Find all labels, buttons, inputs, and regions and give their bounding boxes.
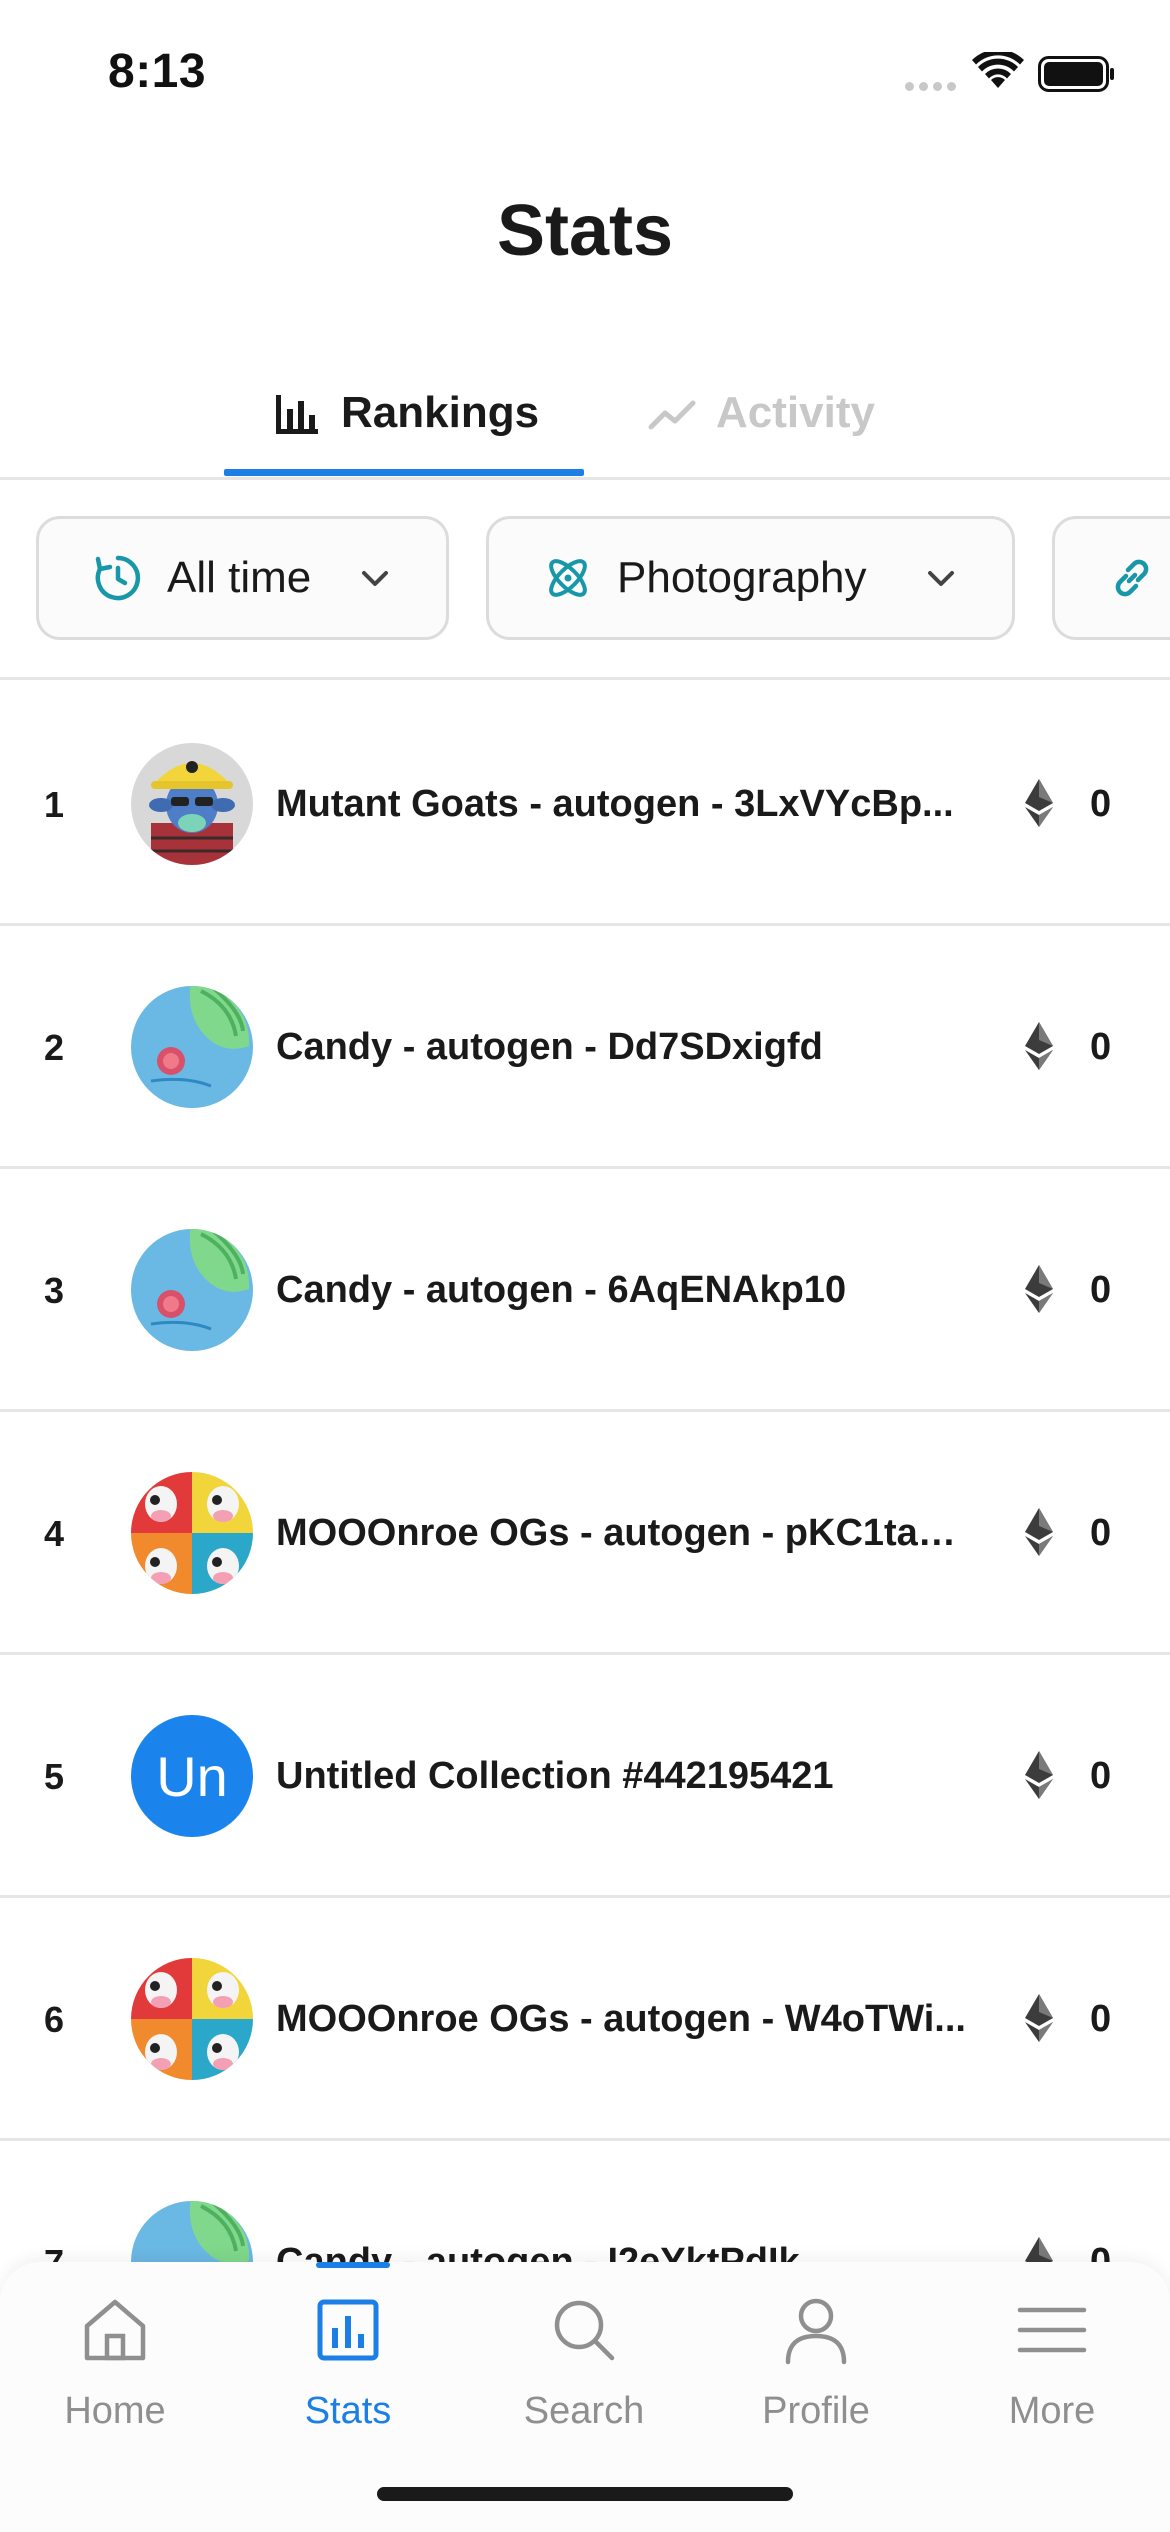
rank-number: 4 bbox=[44, 1513, 65, 1554]
collection-name: Candy - autogen - 6AqENAkp10 bbox=[276, 1269, 847, 1311]
menu-icon bbox=[1017, 2307, 1087, 2353]
collection-name: Candy - autogen - Dd7SDxigfd bbox=[276, 1026, 823, 1068]
volume-value: 0 bbox=[1090, 1026, 1112, 1068]
ranking-row[interactable]: 5 Un Untitled Collection #442195421 0 bbox=[0, 1655, 1170, 1898]
filter-bar: All time Photography bbox=[0, 480, 1170, 680]
link-icon bbox=[1115, 559, 1149, 597]
nav-home[interactable]: Home bbox=[15, 2292, 215, 2442]
battery-icon bbox=[1038, 56, 1114, 92]
profile-icon bbox=[785, 2298, 847, 2365]
avatar-initials: Un bbox=[156, 1744, 228, 1808]
chain-filter-dropdown[interactable] bbox=[1052, 516, 1170, 640]
status-bar: 8:13 bbox=[0, 0, 1170, 140]
nav-search[interactable]: Search bbox=[484, 2292, 684, 2442]
volume-value: 0 bbox=[1090, 783, 1112, 825]
candy-avatar-image bbox=[131, 1229, 253, 1351]
rankings-list: 1 Mutant Goats - autogen - 3LxVYcBp... 0… bbox=[0, 683, 1170, 2263]
ethereum-icon bbox=[1025, 1022, 1053, 1070]
active-tab-indicator bbox=[224, 469, 584, 476]
volume-value: 0 bbox=[1090, 1998, 1112, 2040]
collection-avatar bbox=[131, 743, 253, 865]
rank-number: 7 bbox=[44, 2242, 65, 2263]
goat-avatar-image bbox=[131, 743, 253, 865]
chevron-down-icon bbox=[362, 571, 388, 586]
tab-activity-label: Activity bbox=[716, 388, 875, 437]
rank-number: 6 bbox=[44, 1999, 65, 2040]
home-indicator bbox=[377, 2487, 793, 2501]
collection-name: MOOOnroe OGs - autogen - pKC1taFS... bbox=[276, 1512, 976, 1554]
ethereum-icon bbox=[1025, 1265, 1053, 1313]
ethereum-icon bbox=[1025, 1508, 1053, 1556]
tab-rankings-label: Rankings bbox=[341, 388, 540, 437]
rank-number: 5 bbox=[44, 1756, 65, 1797]
collection-name: MOOOnroe OGs - autogen - W4oTWi... bbox=[276, 1998, 966, 2040]
ethereum-icon bbox=[1025, 779, 1053, 827]
rank-number: 1 bbox=[44, 784, 65, 825]
category-filter-dropdown[interactable]: Photography bbox=[486, 516, 1015, 640]
time-filter-label: All time bbox=[167, 553, 312, 602]
nav-stats[interactable]: Stats bbox=[248, 2292, 448, 2442]
candy-avatar-image bbox=[131, 986, 253, 1108]
collection-avatar bbox=[131, 2201, 253, 2263]
bar-chart-icon bbox=[276, 395, 318, 434]
status-time: 8:13 bbox=[108, 45, 207, 98]
stats-icon bbox=[317, 2299, 379, 2361]
volume-value: 0 bbox=[1090, 1755, 1112, 1797]
collection-avatar bbox=[131, 986, 253, 1108]
category-filter-label: Photography bbox=[617, 553, 867, 602]
nav-home-label: Home bbox=[64, 2390, 166, 2432]
ranking-row[interactable]: 1 Mutant Goats - autogen - 3LxVYcBp... 0 bbox=[0, 683, 1170, 926]
rank-number: 2 bbox=[44, 1027, 65, 1068]
collection-avatar bbox=[131, 1472, 253, 1594]
ranking-row[interactable]: 3 Candy - autogen - 6AqENAkp10 0 bbox=[0, 1169, 1170, 1412]
nav-more-label: More bbox=[1008, 2390, 1096, 2432]
nav-profile-label: Profile bbox=[762, 2390, 870, 2432]
chevron-down-icon bbox=[928, 571, 954, 586]
collection-name: Mutant Goats - autogen - 3LxVYcBp... bbox=[276, 783, 954, 825]
collection-avatar: Un bbox=[131, 1715, 253, 1837]
rank-number: 3 bbox=[44, 1270, 65, 1311]
collection-name: Untitled Collection #442195421 bbox=[276, 1755, 834, 1797]
volume-value: 0 bbox=[1090, 2241, 1112, 2263]
clock-refresh-icon bbox=[95, 555, 141, 601]
tab-activity[interactable]: Activity bbox=[648, 378, 875, 448]
collection-avatar bbox=[131, 1229, 253, 1351]
time-filter-dropdown[interactable]: All time bbox=[36, 516, 449, 640]
ranking-row[interactable]: 6 MOOOnroe OGs - autogen - W4oTWi... 0 bbox=[0, 1898, 1170, 2141]
signal-icon bbox=[905, 78, 961, 92]
tab-rankings[interactable]: Rankings bbox=[273, 378, 539, 448]
cows-avatar-image bbox=[131, 1472, 253, 1594]
ranking-row[interactable]: 7 Candy - autogen - I2eYktPdIk 0 bbox=[0, 2141, 1170, 2263]
volume-value: 0 bbox=[1090, 1512, 1112, 1554]
active-nav-indicator bbox=[316, 2262, 390, 2268]
page-title: Stats bbox=[496, 191, 674, 271]
tab-bar: Rankings Activity bbox=[0, 350, 1170, 480]
volume-value: 0 bbox=[1090, 1269, 1112, 1311]
ethereum-icon bbox=[1025, 2237, 1053, 2263]
ethereum-icon bbox=[1025, 1994, 1053, 2042]
cows-avatar-image bbox=[131, 1958, 253, 2080]
nav-more[interactable]: More bbox=[952, 2292, 1152, 2442]
ranking-row[interactable]: 2 Candy - autogen - Dd7SDxigfd 0 bbox=[0, 926, 1170, 1169]
collection-avatar bbox=[131, 1958, 253, 2080]
search-icon bbox=[554, 2300, 615, 2361]
nav-stats-label: Stats bbox=[304, 2390, 392, 2432]
wifi-icon bbox=[972, 52, 1024, 88]
atom-icon bbox=[549, 559, 587, 597]
collection-name: Candy - autogen - I2eYktPdIk bbox=[276, 2241, 800, 2263]
nav-search-label: Search bbox=[523, 2390, 645, 2432]
nav-profile[interactable]: Profile bbox=[716, 2292, 916, 2442]
ranking-row[interactable]: 4 MOOOnroe OGs - autogen - pKC1taFS... 0 bbox=[0, 1412, 1170, 1655]
candy-avatar-image bbox=[131, 2201, 253, 2263]
ethereum-icon bbox=[1025, 1751, 1053, 1799]
trend-line-icon bbox=[648, 400, 696, 430]
home-icon bbox=[84, 2299, 146, 2361]
